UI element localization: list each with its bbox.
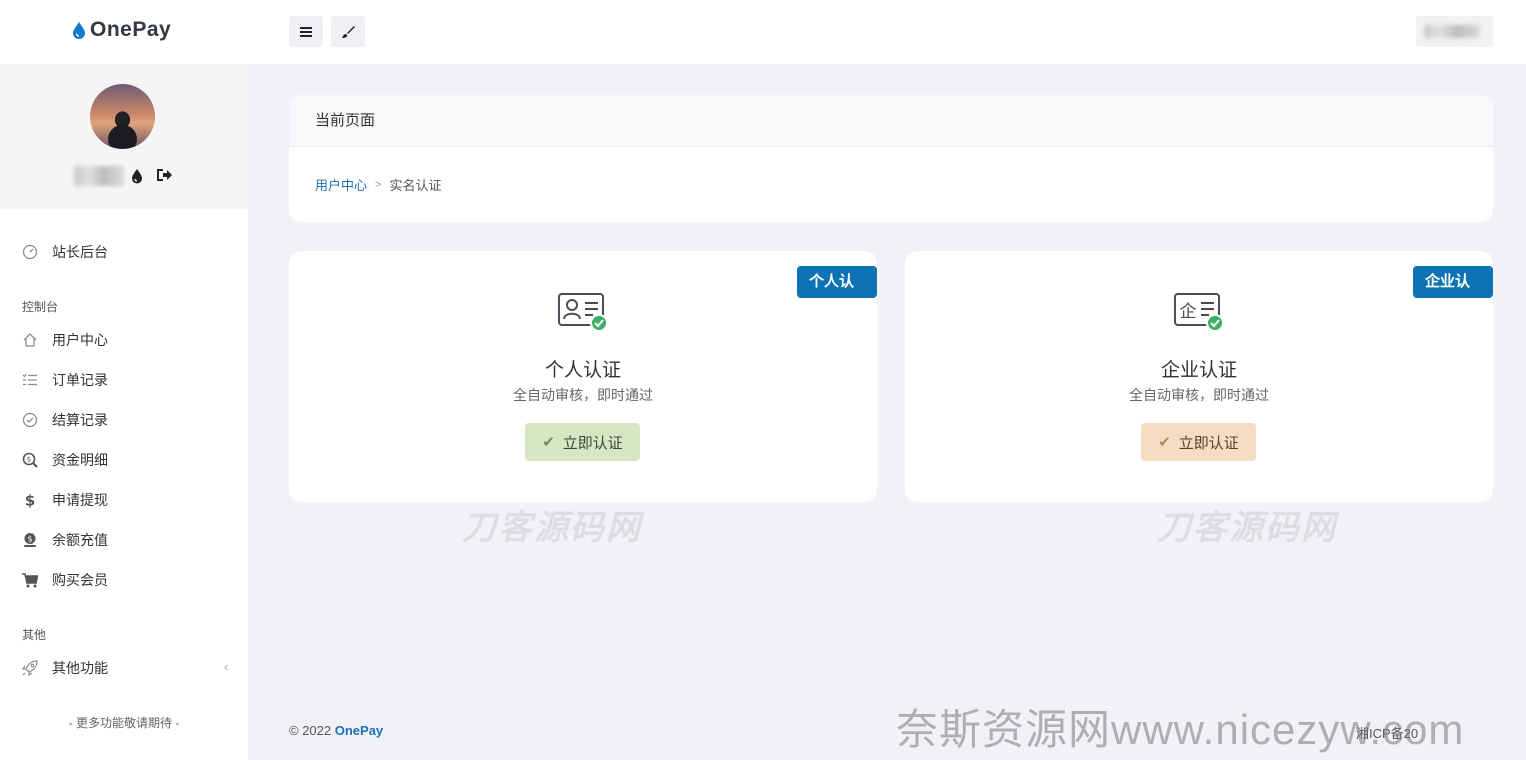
svg-text:$: $ [27,535,32,544]
footer-brand-link[interactable]: OnePay [335,723,383,738]
sidebar-item-settlements[interactable]: 结算记录 [22,408,108,432]
drop-logo-icon [73,22,85,39]
sidebar-toggle-button[interactable] [289,16,323,47]
breadcrumb: 用户中心 > 实名认证 [315,175,441,194]
breadcrumb-home-link[interactable]: 用户中心 [315,175,367,194]
top-header: OnePay [0,0,1526,64]
card-subtitle: 全自动审核，即时通过 [513,387,653,403]
theme-button[interactable] [331,16,365,47]
sidebar-item-label: 其他功能 [52,660,108,676]
check-icon: ✔ [542,434,555,451]
list-icon [22,372,38,388]
sidebar-item-label: 申请提现 [52,492,108,508]
check-circle-icon [22,412,38,428]
id-card-person-icon [558,293,608,332]
dashboard-icon [22,244,38,260]
sidebar-item-label: 余额充值 [52,532,108,548]
personal-verification-card: 个人认证 个人认证 全自动审核，即时通过 ✔ 立即认证 [289,251,877,502]
coin-icon: $ [22,532,38,548]
chevron-right-icon: > [375,178,382,191]
sidebar-item-label: 用户中心 [52,332,108,348]
copyright-text: © 2022 [289,723,332,738]
logout-icon[interactable] [156,168,172,182]
check-icon: ✔ [1158,434,1171,451]
sidebar-item-recharge[interactable]: $ 余额充值 [22,528,108,552]
enterprise-verify-button[interactable]: ✔ 立即认证 [1141,423,1256,461]
svg-text:企: 企 [1180,302,1197,322]
avatar[interactable] [90,84,155,149]
sidebar-item-label: 站长后台 [52,244,108,260]
nav-section-title: 控制台 [22,300,59,314]
enterprise-verification-card: 企业认证 企 企业认证 全自动审核，即时通过 ✔ 立即认证 [905,251,1493,502]
sidebar-footer-note: - 更多功能敬请期待 - [68,716,180,730]
brand-name: OnePay [90,18,172,41]
sidebar-item-membership[interactable]: 购买会员 [22,568,108,592]
page-title: 当前页面 [289,95,1493,147]
id-card-enterprise-icon: 企 [1174,293,1224,332]
sidebar-item-label: 购买会员 [52,572,108,588]
home-icon [22,332,38,348]
overlay-watermark: 奈斯资源网www.nicezyw.com [896,706,1465,753]
search-money-icon: $ [22,452,38,468]
nav-section-title: 其他 [22,628,47,642]
breadcrumb-card: 当前页面 用户中心 > 实名认证 [289,95,1493,222]
sidebar-item-withdraw[interactable]: $ 申请提现 [22,488,108,512]
profile-panel [0,64,248,209]
personal-ribbon: 个人认证 [797,266,877,322]
user-menu[interactable] [1416,16,1493,47]
dollar-icon: $ [22,492,38,508]
cart-icon [22,572,38,588]
sidebar-item-admin[interactable]: 站长后台 [22,240,108,264]
sidebar-item-label: 订单记录 [52,372,108,388]
menu-icon [300,26,312,37]
card-title: 企业认证 [1160,360,1237,381]
enterprise-ribbon: 企业认证 [1413,266,1493,322]
brush-icon [342,25,355,38]
breadcrumb-current: 实名认证 [389,178,442,193]
watermark: 刀客源码网 [1157,509,1337,547]
card-title: 个人认证 [544,360,621,381]
brand-logo[interactable]: OnePay [72,18,171,42]
card-subtitle: 全自动审核，即时通过 [1129,387,1269,403]
svg-text:$: $ [25,492,35,508]
profile-name-blurred [74,166,124,186]
sidebar-item-funds[interactable]: $ 资金明细 [22,448,108,472]
user-name-blurred [1424,25,1480,38]
sidebar-item-label: 结算记录 [52,412,108,428]
footer-copyright: © 2022 OnePay [289,723,383,738]
watermark: 刀客源码网 [462,509,642,547]
sidebar-item-user-center[interactable]: 用户中心 [22,328,108,352]
drop-icon[interactable] [131,168,143,184]
sidebar: 站长后台 控制台 用户中心 订单记录 结算记录 $ 资金明细 $ 申请提现 $ … [0,64,248,760]
verify-button-label: 立即认证 [1178,434,1239,452]
svg-text:$: $ [27,456,31,464]
sidebar-item-other[interactable]: 其他功能 [22,656,108,680]
verify-button-label: 立即认证 [562,434,623,452]
rocket-icon [22,660,38,676]
personal-verify-button[interactable]: ✔ 立即认证 [525,423,640,461]
chevron-left-icon[interactable]: ‹ [224,659,228,674]
sidebar-item-orders[interactable]: 订单记录 [22,368,108,392]
sidebar-item-label: 资金明细 [52,452,108,468]
